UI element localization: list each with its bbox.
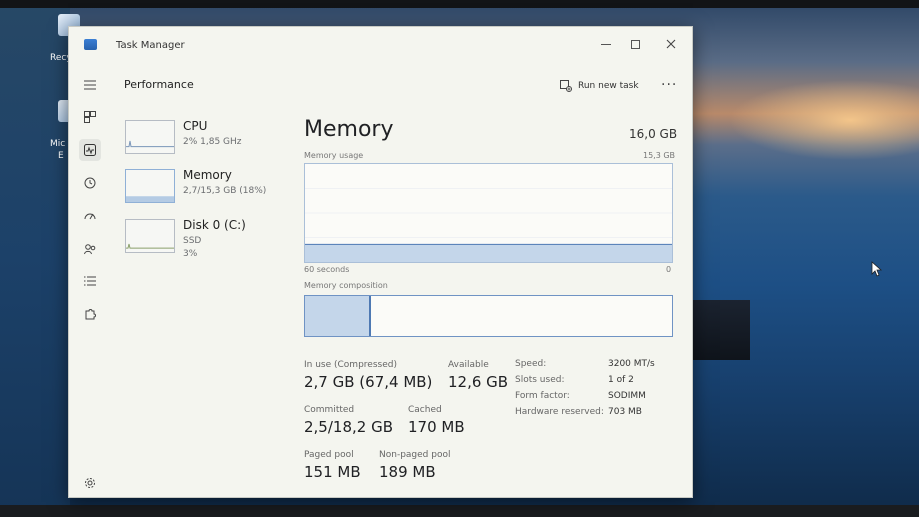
background-pier bbox=[690, 300, 750, 360]
processes-icon bbox=[84, 111, 96, 123]
history-icon bbox=[84, 177, 96, 189]
memory-composition-label: Memory composition bbox=[304, 281, 388, 290]
startup-gauge-icon bbox=[84, 213, 96, 220]
side-item-disk[interactable]: Disk 0 (C:) SSD 3% bbox=[119, 214, 301, 259]
detail-label-hardware-reserved: Hardware reserved: bbox=[515, 407, 604, 417]
nav-users[interactable] bbox=[79, 238, 101, 260]
side-item-cpu[interactable]: CPU 2% 1,85 GHz bbox=[119, 115, 301, 157]
stat-label: Cached bbox=[408, 405, 442, 415]
nav-settings[interactable] bbox=[79, 472, 101, 494]
stat-cached: Cached 170 MB bbox=[408, 405, 465, 436]
stat-value: 2,5/18,2 GB bbox=[304, 418, 393, 436]
memory-composition-in-use bbox=[305, 296, 372, 336]
disk-usage-percent: 3% bbox=[183, 249, 198, 259]
stat-non-paged-pool: Non-paged pool 189 MB bbox=[379, 450, 450, 481]
detail-value-form-factor: SODIMM bbox=[608, 391, 646, 401]
side-item-memory[interactable]: Memory 2,7/15,3 GB (18%) bbox=[119, 164, 301, 206]
performance-icon bbox=[84, 144, 96, 156]
time-axis-start: 60 seconds bbox=[304, 265, 350, 274]
screen-bezel-bottom bbox=[0, 505, 919, 517]
close-button[interactable] bbox=[658, 34, 684, 54]
nav-details[interactable] bbox=[79, 270, 101, 292]
desktop-left-area bbox=[0, 0, 70, 517]
stat-label: Non-paged pool bbox=[379, 450, 451, 460]
memory-composition-bar bbox=[304, 295, 673, 337]
nav-processes[interactable] bbox=[79, 106, 101, 128]
memory-sparkline-graph bbox=[126, 196, 174, 202]
hamburger-menu-button[interactable] bbox=[79, 74, 101, 96]
detail-value-hardware-reserved: 703 MB bbox=[608, 407, 642, 417]
stat-committed: Committed 2,5/18,2 GB bbox=[304, 405, 393, 436]
stat-value: 151 MB bbox=[304, 463, 361, 481]
disk-sparkline bbox=[125, 219, 175, 253]
stat-label: In use (Compressed) bbox=[304, 360, 397, 370]
stat-available: Available 12,6 GB bbox=[448, 360, 508, 391]
cpu-sparkline-graph bbox=[126, 140, 174, 148]
memory-usage-label: Memory usage bbox=[304, 151, 364, 160]
more-options-button[interactable]: ··· bbox=[661, 77, 677, 93]
gear-icon bbox=[85, 478, 95, 488]
page-title: Performance bbox=[124, 78, 194, 91]
hamburger-icon bbox=[84, 80, 96, 90]
side-item-subtext: 2% 1,85 GHz bbox=[183, 137, 242, 147]
usage-area bbox=[305, 244, 672, 262]
stat-in-use: In use (Compressed) 2,7 GB (67,4 MB) bbox=[304, 360, 432, 391]
side-item-name: CPU bbox=[183, 119, 208, 133]
stat-value: 170 MB bbox=[408, 418, 465, 436]
run-new-task-button[interactable]: Run new task bbox=[560, 80, 639, 92]
memory-sparkline bbox=[125, 169, 175, 203]
detail-label-speed: Speed: bbox=[515, 359, 547, 369]
nav-performance[interactable] bbox=[79, 139, 101, 161]
run-task-icon bbox=[560, 80, 572, 92]
memory-heading: Memory bbox=[304, 117, 394, 142]
stat-label: Paged pool bbox=[304, 450, 354, 460]
memory-usage-graph bbox=[304, 163, 673, 263]
side-item-name: Disk 0 (C:) bbox=[183, 218, 246, 232]
disk-sparkline-graph bbox=[126, 243, 174, 249]
memory-total: 16,0 GB bbox=[629, 127, 678, 141]
detail-value-speed: 3200 MT/s bbox=[608, 359, 655, 369]
side-item-subtext: 2,7/15,3 GB (18%) bbox=[183, 186, 267, 196]
task-manager-window: Task Manager Performance Run new task ··… bbox=[68, 26, 693, 498]
services-puzzle-icon bbox=[85, 309, 96, 320]
users-icon bbox=[84, 244, 96, 255]
stat-label: Available bbox=[448, 360, 489, 370]
nav-startup-apps[interactable] bbox=[79, 205, 101, 227]
close-icon bbox=[666, 39, 676, 49]
screen-bezel-top bbox=[0, 0, 919, 8]
nav-app-history[interactable] bbox=[79, 172, 101, 194]
stat-value: 189 MB bbox=[379, 463, 436, 481]
minimize-button[interactable] bbox=[593, 34, 619, 54]
disk-type: SSD bbox=[183, 236, 202, 246]
run-new-task-label: Run new task bbox=[578, 81, 639, 91]
memory-usage-max: 15,3 GB bbox=[643, 151, 676, 160]
window-title: Task Manager bbox=[116, 40, 185, 51]
stat-value: 2,7 GB (67,4 MB) bbox=[304, 373, 433, 391]
desktop-icon-label: Mic bbox=[50, 139, 66, 149]
desktop-icon-label: E bbox=[58, 151, 64, 161]
task-manager-app-icon bbox=[84, 39, 97, 50]
performance-side-panel: CPU 2% 1,85 GHz Memory 2,7/15,3 GB (18%)… bbox=[113, 105, 303, 505]
stat-paged-pool: Paged pool 151 MB bbox=[304, 450, 361, 481]
stat-label: Committed bbox=[304, 405, 355, 415]
maximize-icon bbox=[630, 39, 640, 49]
memory-usage-plot bbox=[305, 188, 672, 262]
stat-value: 12,6 GB bbox=[448, 373, 509, 391]
detail-label-form-factor: Form factor: bbox=[515, 391, 570, 401]
cpu-sparkline bbox=[125, 120, 175, 154]
minimize-icon bbox=[601, 43, 611, 45]
time-axis-end: 0 bbox=[666, 265, 672, 274]
title-bar[interactable]: Task Manager bbox=[69, 27, 692, 61]
detail-value-slots: 1 of 2 bbox=[608, 375, 634, 385]
maximize-button[interactable] bbox=[622, 34, 648, 54]
side-item-subtext: SSD 3% bbox=[183, 235, 201, 261]
side-item-name: Memory bbox=[183, 168, 232, 182]
details-list-icon bbox=[84, 276, 96, 286]
nav-services[interactable] bbox=[79, 303, 101, 325]
detail-label-slots: Slots used: bbox=[515, 375, 565, 385]
